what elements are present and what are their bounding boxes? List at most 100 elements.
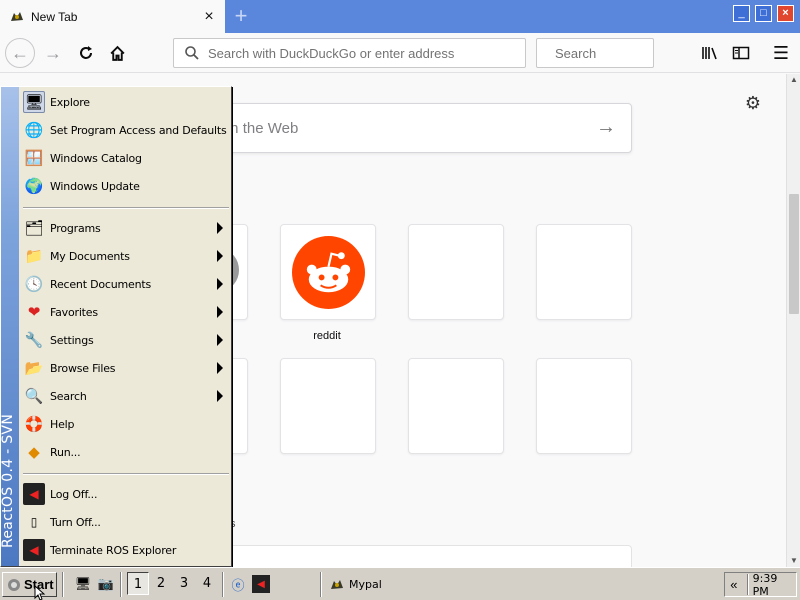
explore-icon: 🖥 bbox=[23, 91, 45, 113]
search-icon: 🔍 bbox=[24, 388, 44, 405]
submenu-arrow-icon bbox=[217, 250, 223, 262]
search-bar[interactable] bbox=[536, 38, 731, 68]
submenu-arrow-icon bbox=[217, 222, 223, 234]
heart-icon: ❤ bbox=[27, 304, 41, 321]
start-menu-item-log-off[interactable]: ◀ Log Off... bbox=[21, 481, 229, 507]
banner-text: ReactOS 0.4 - SVN bbox=[0, 413, 16, 548]
desktop-3-button[interactable]: 3 bbox=[173, 572, 195, 595]
start-menu-item-my-documents[interactable]: 📁 My Documents bbox=[21, 243, 229, 269]
taskbar-button-mypal[interactable]: Mypal bbox=[327, 572, 487, 597]
start-menu-item-search[interactable]: 🔍 Search bbox=[21, 383, 229, 409]
start-menu-item-run[interactable]: ◆ Run... bbox=[21, 439, 229, 465]
top-site-tile-reddit[interactable] bbox=[280, 224, 376, 320]
arrow-left-icon: ← bbox=[11, 42, 29, 63]
task-label: Mypal bbox=[349, 578, 382, 591]
search-icon bbox=[185, 46, 199, 60]
menu-button[interactable]: ☰ bbox=[768, 40, 794, 66]
top-site-tile-empty[interactable] bbox=[408, 358, 504, 454]
desktop-1-button[interactable]: 1 bbox=[127, 572, 149, 595]
top-site-label: reddit bbox=[313, 330, 341, 342]
desktop-2-button[interactable]: 2 bbox=[150, 572, 172, 595]
internet-explorer-icon[interactable]: ⓔ bbox=[229, 575, 247, 593]
menu-item-label: Settings bbox=[50, 333, 94, 347]
menu-item-label: Recent Documents bbox=[50, 277, 152, 291]
start-menu-item-terminate-explorer[interactable]: ◀ Terminate ROS Explorer bbox=[21, 537, 229, 563]
sidebar-button[interactable] bbox=[728, 40, 754, 66]
scroll-down-icon[interactable]: ▼ bbox=[788, 555, 800, 567]
windows-catalog-icon: 🪟 bbox=[24, 150, 44, 167]
library-button[interactable] bbox=[697, 40, 723, 66]
menu-item-label: Windows Update bbox=[50, 179, 140, 193]
reload-button[interactable] bbox=[71, 38, 101, 68]
mypal-icon bbox=[331, 579, 343, 589]
start-menu-item-recent-documents[interactable]: 🕓 Recent Documents bbox=[21, 271, 229, 297]
mypal-favicon-icon bbox=[9, 9, 25, 25]
maximize-button[interactable]: □ bbox=[755, 5, 772, 22]
settings-icon: 🔧 bbox=[24, 332, 44, 349]
gear-icon[interactable]: ⚙ bbox=[742, 92, 764, 114]
address-bar[interactable] bbox=[173, 38, 526, 68]
power-icon: ▯ bbox=[30, 515, 38, 529]
taskbar-separator bbox=[120, 572, 122, 597]
home-icon bbox=[109, 45, 125, 61]
start-menu-item-windows-catalog[interactable]: 🪟 Windows Catalog bbox=[21, 145, 229, 171]
mouse-cursor-icon bbox=[34, 585, 46, 600]
menu-item-label: Run... bbox=[50, 445, 81, 459]
reload-icon bbox=[80, 46, 92, 59]
folder-icon: 📂 bbox=[24, 360, 44, 377]
menu-item-label: Explore bbox=[50, 95, 90, 109]
show-desktop-icon[interactable]: 🖥 bbox=[74, 575, 92, 593]
back-button[interactable]: ← bbox=[5, 38, 35, 68]
scroll-up-icon[interactable]: ▲ bbox=[788, 74, 800, 86]
reddit-logo-icon bbox=[292, 236, 365, 309]
menu-separator bbox=[23, 473, 229, 475]
new-tab-button[interactable]: + bbox=[228, 4, 254, 30]
vertical-scrollbar[interactable]: ▲ ▼ bbox=[786, 74, 800, 567]
minimize-button[interactable]: _ bbox=[733, 5, 750, 22]
tab-title: New Tab bbox=[31, 9, 78, 24]
start-menu-banner: ReactOS 0.4 - SVN bbox=[0, 87, 19, 566]
menu-item-label: My Documents bbox=[50, 249, 130, 263]
menu-item-label: Browse Files bbox=[50, 361, 116, 375]
address-input[interactable] bbox=[208, 45, 525, 61]
forward-button[interactable]: → bbox=[38, 38, 68, 68]
start-menu-item-settings[interactable]: 🔧 Settings bbox=[21, 327, 229, 353]
tray-separator bbox=[746, 574, 749, 595]
taskbar-separator bbox=[320, 572, 322, 597]
top-site-tile-empty[interactable] bbox=[408, 224, 504, 320]
menu-separator bbox=[23, 207, 229, 209]
home-button[interactable] bbox=[102, 38, 132, 68]
start-menu-item-favorites[interactable]: ❤ Favorites bbox=[21, 299, 229, 325]
submenu-arrow-icon bbox=[217, 278, 223, 290]
desktop-4-button[interactable]: 4 bbox=[196, 572, 218, 595]
top-site-tile-empty[interactable] bbox=[536, 224, 632, 320]
start-menu-item-windows-update[interactable]: 🌍 Windows Update bbox=[21, 173, 229, 199]
menu-item-label: Turn Off... bbox=[50, 515, 101, 529]
chevron-left-icon[interactable]: « bbox=[725, 577, 743, 592]
top-site-tile-empty[interactable] bbox=[280, 358, 376, 454]
system-tray: « 9:39 PM bbox=[724, 572, 797, 598]
start-menu-item-turn-off[interactable]: ▯ Turn Off... bbox=[21, 509, 229, 535]
scrollbar-thumb[interactable] bbox=[789, 194, 799, 314]
logoff-icon: ◀ bbox=[23, 483, 45, 505]
folder-icon: 📁 bbox=[24, 248, 44, 265]
arrow-right-icon: → bbox=[44, 42, 62, 63]
start-button[interactable]: Start bbox=[2, 572, 57, 597]
close-tab-icon[interactable]: × bbox=[199, 7, 219, 27]
tab-new-tab[interactable]: New Tab × bbox=[0, 0, 225, 33]
top-site-tile-empty[interactable] bbox=[536, 358, 632, 454]
program-access-icon: 🌐 bbox=[24, 122, 44, 139]
menu-item-label: Terminate ROS Explorer bbox=[50, 543, 177, 557]
close-window-button[interactable]: × bbox=[777, 5, 794, 22]
explorer-icon[interactable]: 📷 bbox=[97, 575, 115, 593]
start-menu-item-browse-files[interactable]: 📂 Browse Files bbox=[21, 355, 229, 381]
start-menu-item-programs[interactable]: 🗂 Programs bbox=[21, 215, 229, 241]
start-menu: ReactOS 0.4 - SVN 🖥 Explore 🌐 Set Progra… bbox=[0, 86, 232, 567]
arrow-right-icon[interactable]: → bbox=[595, 116, 617, 138]
clock[interactable]: 9:39 PM bbox=[753, 572, 796, 598]
menu-item-label: Search bbox=[50, 389, 87, 403]
start-menu-item-program-access[interactable]: 🌐 Set Program Access and Defaults bbox=[21, 117, 229, 143]
start-menu-item-explore[interactable]: 🖥 Explore bbox=[21, 89, 229, 115]
terminate-icon[interactable]: ◀ bbox=[252, 575, 270, 593]
start-menu-item-help[interactable]: 🛟 Help bbox=[21, 411, 229, 437]
